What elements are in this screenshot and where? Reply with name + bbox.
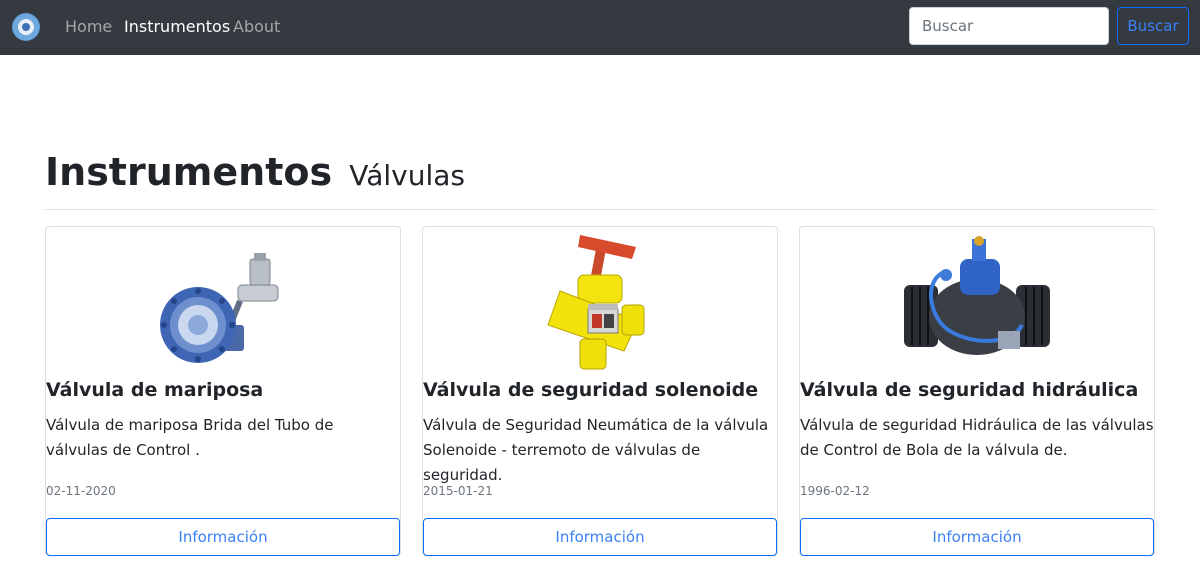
card-date: 02-11-2020 — [46, 484, 116, 498]
hydraulic-safety-valve-image — [800, 227, 1154, 372]
card-text: Válvula de seguridad Hidráulica de las v… — [800, 416, 1154, 459]
nav-link-home[interactable]: Home — [65, 17, 112, 37]
card-text: Válvula de mariposa Brida del Tubo de vá… — [46, 416, 334, 459]
solenoid-safety-valve-image — [423, 227, 777, 372]
navbar: Home Instrumentos About Buscar — [0, 0, 1200, 55]
instrument-card: Válvula de seguridad hidráulica Válvula … — [799, 226, 1155, 556]
card-title: Válvula de seguridad solenoide — [423, 379, 759, 401]
instrument-card: Válvula de seguridad solenoide Válvula d… — [422, 226, 778, 556]
brand-logo-icon[interactable] — [12, 13, 40, 41]
card-date: 2015-01-21 — [423, 484, 493, 498]
page-title-subtitle: Válvulas — [349, 159, 465, 192]
nav-link-about[interactable]: About — [233, 17, 280, 37]
card-date: 1996-02-12 — [800, 484, 870, 498]
nav-link-instrumentos[interactable]: Instrumentos — [124, 17, 230, 37]
info-button[interactable]: Información — [800, 518, 1154, 556]
page-title: Instrumentos Válvulas — [45, 148, 465, 200]
info-button[interactable]: Información — [46, 518, 400, 556]
card-title: Válvula de seguridad hidráulica — [800, 379, 1139, 401]
heading-divider — [45, 209, 1155, 210]
butterfly-valve-image — [46, 227, 400, 372]
page-title-main: Instrumentos — [45, 150, 333, 194]
search-button[interactable]: Buscar — [1117, 7, 1189, 45]
card-title: Válvula de mariposa — [46, 379, 264, 401]
info-button[interactable]: Información — [423, 518, 777, 556]
card-text: Válvula de Seguridad Neumática de la vál… — [423, 416, 769, 484]
search-input[interactable] — [909, 7, 1109, 45]
instrument-card: Válvula de mariposa Válvula de mariposa … — [45, 226, 401, 556]
